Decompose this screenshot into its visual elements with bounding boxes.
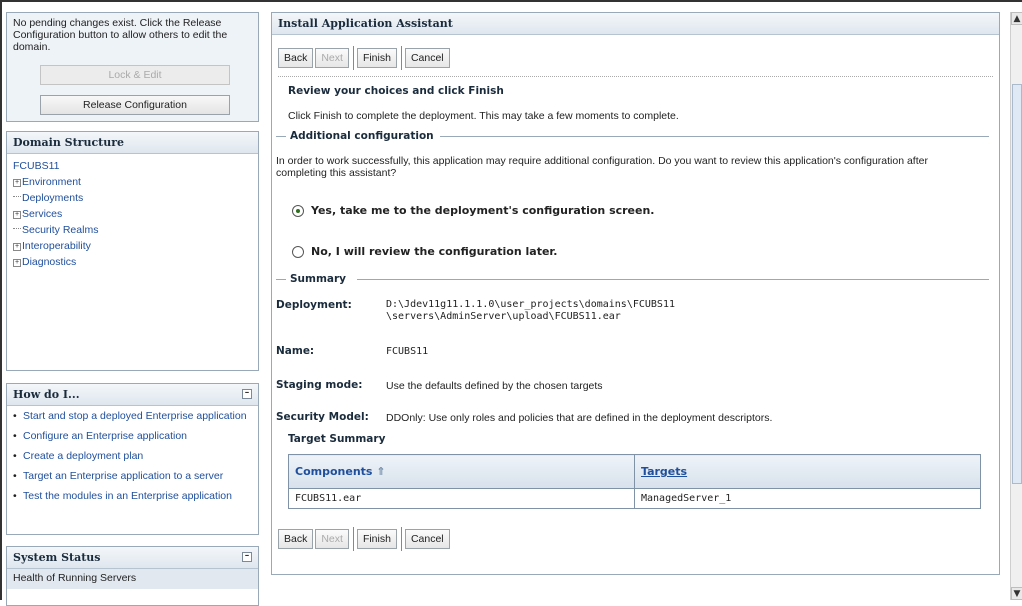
button-separator [400,527,402,551]
radio-no-label[interactable]: No, I will review the configuration late… [311,245,557,258]
tree-item-services[interactable]: + Services [13,206,252,222]
summary-title: Summary [290,273,347,285]
collapse-icon[interactable]: – [242,552,252,562]
how-do-i-panel: How do I... – Start and stop a deployed … [6,383,259,535]
deployment-path-line2: \servers\AdminServer\upload\FCUBS11.ear [386,311,621,322]
review-text: Click Finish to complete the deployment.… [288,110,679,122]
how-do-i-header: How do I... – [7,384,258,406]
col-components-header[interactable]: Components ⇑ [288,454,635,489]
security-model-label: Security Model: [276,411,369,423]
bottom-button-bar: Back Next Finish Cancel [278,527,452,551]
table-header-row: Components ⇑ Targets [288,454,981,489]
vertical-scrollbar[interactable]: ▲ ▼ [1010,12,1022,600]
health-running-servers-row: Health of Running Servers [7,569,258,589]
tree-item-diagnostics[interactable]: + Diagnostics [13,254,252,270]
target-summary-table: Components ⇑ Targets FCUBS11.ear Managed… [288,454,981,509]
expand-icon[interactable]: + [13,259,21,267]
install-assistant-panel: Install Application Assistant Back Next … [271,12,1000,575]
radio-selected-dot [296,209,300,213]
additional-config-text: In order to work successfully, this appl… [276,155,928,179]
cancel-button[interactable]: Cancel [404,529,450,549]
radio-yes[interactable] [292,205,304,217]
scroll-up-icon[interactable]: ▲ [1011,12,1022,25]
radio-yes-label[interactable]: Yes, take me to the deployment's configu… [311,204,655,217]
fieldset-line [276,136,286,137]
assistant-title: Install Application Assistant [272,13,999,35]
additional-config-title: Additional configuration [290,130,434,142]
system-status-panel: System Status – Health of Running Server… [6,546,259,606]
how-do-i-link[interactable]: Start and stop a deployed Enterprise app… [13,410,252,422]
sort-ascending-icon[interactable]: ⇑ [376,465,385,478]
back-button[interactable]: Back [278,529,314,549]
radio-no[interactable] [292,246,304,258]
staging-mode-label: Staging mode: [276,379,363,391]
how-do-i-title: How do I... [13,388,80,401]
component-cell: FCUBS11.ear [288,488,635,509]
button-separator [400,46,402,70]
name-label: Name: [276,345,315,357]
fieldset-line [357,279,989,280]
expand-icon[interactable]: + [13,179,21,187]
top-button-bar: Back Next Finish Cancel [278,46,452,70]
tree-root-fcubs11[interactable]: FCUBS11 [13,158,252,174]
release-configuration-button[interactable]: Release Configuration [40,95,230,115]
tree-item-environment[interactable]: + Environment [13,174,252,190]
expand-icon[interactable]: + [13,243,21,251]
next-button[interactable]: Next [315,48,349,68]
expand-icon[interactable]: + [13,211,21,219]
change-center-panel: No pending changes exist. Click the Rele… [6,12,259,122]
finish-button[interactable]: Finish [356,48,397,68]
how-do-i-link[interactable]: Create a deployment plan [13,450,252,462]
tree-item-interoperability[interactable]: + Interoperability [13,238,252,254]
staging-mode-value: Use the defaults defined by the chosen t… [386,380,603,392]
tree-connector [13,196,21,197]
system-status-header: System Status – [7,547,258,569]
deployment-label: Deployment: [276,299,352,311]
tree-item-deployments[interactable]: Deployments [13,190,252,206]
deployment-path-line1: D:\Jdev11g11.1.1.0\user_projects\domains… [386,299,675,310]
tree-item-security-realms[interactable]: Security Realms [13,222,252,238]
lock-edit-button[interactable]: Lock & Edit [40,65,230,85]
how-do-i-list: Start and stop a deployed Enterprise app… [7,406,258,502]
finish-button[interactable]: Finish [356,529,397,549]
tree-connector [13,228,21,229]
next-button[interactable]: Next [315,529,349,549]
table-row: FCUBS11.ear ManagedServer_1 [288,488,981,509]
fieldset-line [440,136,989,137]
domain-structure-panel: Domain Structure FCUBS11 + Environment De… [6,131,259,371]
security-model-value: DDOnly: Use only roles and policies that… [386,412,773,424]
domain-tree: FCUBS11 + Environment Deployments + Servic… [7,154,258,274]
scroll-down-icon[interactable]: ▼ [1011,587,1022,600]
collapse-icon[interactable]: – [242,389,252,399]
button-separator [352,527,354,551]
how-do-i-link[interactable]: Test the modules in an Enterprise applic… [13,490,252,502]
how-do-i-link[interactable]: Configure an Enterprise application [13,430,252,442]
col-targets-header[interactable]: Targets [634,454,981,489]
fieldset-line [276,279,286,280]
review-title: Review your choices and click Finish [288,85,504,97]
target-cell: ManagedServer_1 [634,488,981,509]
back-button[interactable]: Back [278,48,314,68]
cancel-button[interactable]: Cancel [404,48,450,68]
divider [278,76,993,77]
domain-structure-title: Domain Structure [7,132,258,154]
scrollbar-thumb[interactable] [1012,84,1022,484]
system-status-title: System Status [13,551,101,564]
name-value: FCUBS11 [386,346,429,357]
change-center-message: No pending changes exist. Click the Rele… [13,17,228,53]
how-do-i-link[interactable]: Target an Enterprise application to a se… [13,470,252,482]
target-summary-title: Target Summary [288,433,386,445]
button-separator [352,46,354,70]
